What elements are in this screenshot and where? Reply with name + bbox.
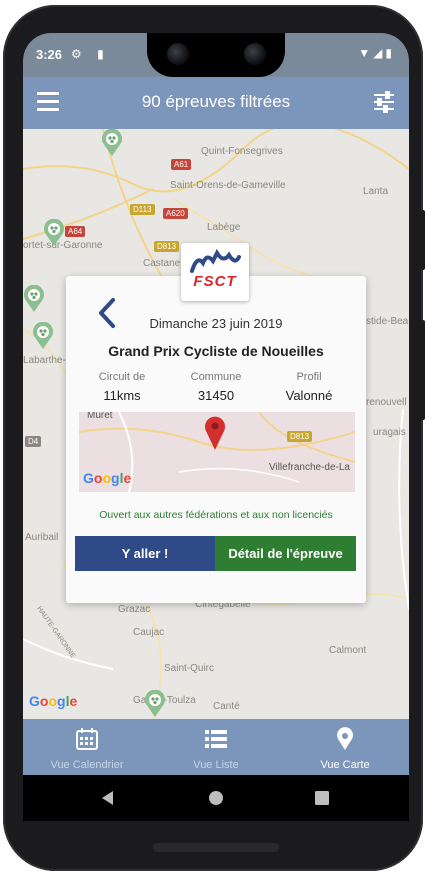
tab-list-view[interactable]: Vue Liste (152, 719, 280, 775)
filter-sliders-icon[interactable] (373, 91, 395, 113)
event-map-pin[interactable] (101, 129, 123, 157)
map-place-label: Quint-Fonsegrives (201, 146, 283, 157)
status-signal-icon: ▼◢▮ (358, 46, 395, 60)
map-place-label: Saint-Orens-de-Gameville (170, 180, 286, 191)
info-circuit: Circuit de 11kms (72, 371, 172, 403)
profil-value: Valonné (285, 388, 333, 403)
map-road-badge: D4 (25, 436, 42, 447)
system-navigation-bar (23, 775, 409, 821)
map-road-badge: D813 (154, 241, 180, 252)
event-detail-button[interactable]: Détail de l'épreuve (215, 536, 356, 571)
map-road-badge: A620 (163, 208, 188, 219)
map-pin-icon (337, 727, 353, 750)
phone-frame: 3:26 ⚙ ▮ ▼◢▮ 90 épreuves filtrées Quint-… (3, 5, 425, 871)
event-map-pin[interactable] (32, 322, 54, 350)
event-detail-card: Dimanche 23 juin 2019 Grand Prix Cyclist… (66, 276, 366, 603)
event-map-pin[interactable] (144, 690, 166, 718)
fsct-logo: FSCT (181, 243, 249, 301)
power-button (420, 210, 425, 270)
map-place-label: Lanta (363, 186, 389, 197)
location-marker-icon (205, 416, 225, 450)
map-place-label: Auribail (25, 532, 59, 543)
mini-map-google-logo: Google (83, 470, 132, 486)
info-profil: Profil Valonné (259, 371, 359, 403)
recents-icon[interactable] (311, 787, 333, 809)
commune-label: Commune (190, 371, 242, 383)
mini-map-place-label: Villefranche-de-La (269, 462, 350, 473)
mini-map-place-label: Muret (87, 412, 113, 421)
fsct-logo-text: FSCT (193, 273, 237, 290)
map-road-badge: D113 (130, 204, 155, 215)
tab-map-view[interactable]: Vue Carte (281, 719, 409, 775)
volume-button (420, 320, 425, 420)
event-date: Dimanche 23 juin 2019 (149, 316, 283, 331)
event-title: Grand Prix Cycliste de Noueilles (108, 343, 324, 359)
app-bar: 90 épreuves filtrées (23, 77, 409, 129)
event-map-pin[interactable] (23, 285, 45, 313)
map-place-label: Canté (213, 701, 240, 712)
home-icon[interactable] (205, 787, 227, 809)
screen: 3:26 ⚙ ▮ ▼◢▮ 90 épreuves filtrées Quint-… (23, 33, 409, 821)
tab-list-label: Vue Liste (193, 759, 239, 771)
commune-value: 31450 (197, 388, 235, 403)
map-road-badge: A64 (65, 226, 86, 237)
fsct-logo-figures (190, 249, 241, 273)
location-mini-map[interactable]: Muret D813 Villefranche-de-La Google (79, 412, 355, 492)
map-place-label: Labège (207, 222, 241, 233)
map-place-label: Caujac (133, 627, 165, 638)
tab-calendar-label: Vue Calendrier (50, 759, 124, 771)
map-place-label: renouvell (366, 397, 407, 408)
tab-calendar-view[interactable]: Vue Calendrier (23, 719, 151, 775)
map-place-label: uragais (373, 427, 406, 438)
bottom-speaker (153, 843, 279, 852)
map-place-label: Saint-Quirc (164, 663, 215, 674)
list-icon (205, 730, 227, 748)
page-title: 90 épreuves filtrées (141, 92, 291, 111)
bottom-navigation: Vue Calendrier Vue Liste Vue Carte (23, 719, 409, 775)
camera-notch (147, 33, 285, 77)
front-camera-icon (167, 43, 189, 65)
front-sensor-icon (244, 43, 266, 65)
map-place-label: Calmont (329, 645, 367, 656)
profil-label: Profil (296, 371, 322, 383)
google-logo: Google (29, 693, 78, 709)
info-commune: Commune 31450 (166, 371, 266, 403)
map-place-label: Labarthe- (23, 355, 66, 366)
map-road-badge: A61 (171, 159, 192, 170)
map-place-label: Grazac (118, 604, 151, 615)
federation-note: Ouvert aux autres fédérations et aux non… (99, 509, 333, 521)
tab-map-label: Vue Carte (320, 759, 370, 771)
circuit-value: 11kms (103, 388, 141, 403)
status-settings-icon: ⚙ ▮ (71, 47, 110, 61)
mini-map-road-badge: D813 (287, 431, 313, 442)
map-place-label: stide-Bea (366, 316, 409, 327)
back-icon[interactable] (97, 787, 119, 809)
calendar-icon (76, 728, 98, 750)
circuit-label: Circuit de (98, 371, 146, 383)
map-place-label: Castane (143, 258, 181, 269)
status-time: 3:26 (36, 47, 63, 62)
event-map-pin[interactable] (43, 219, 65, 247)
go-button[interactable]: Y aller ! (75, 536, 215, 571)
